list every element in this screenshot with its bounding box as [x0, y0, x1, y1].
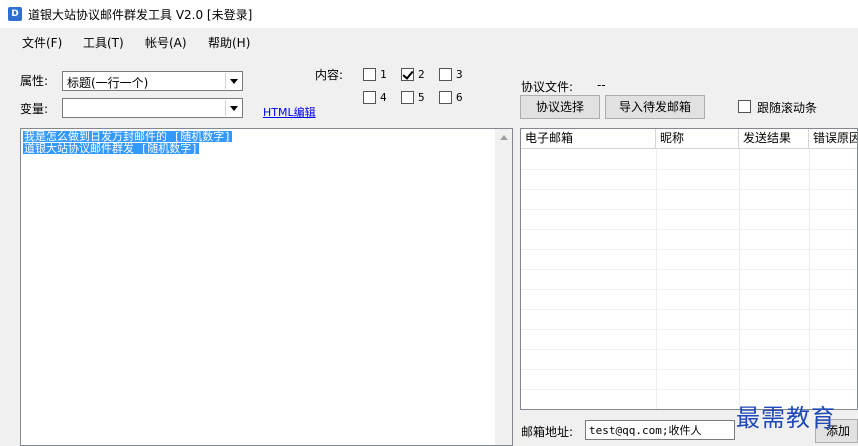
- column-header-nickname[interactable]: 昵称: [656, 129, 739, 148]
- watermark-text: 最需教育: [736, 404, 836, 432]
- attr-select-value: 标题(一行一个): [67, 76, 149, 90]
- menu-tools[interactable]: 工具(T): [83, 34, 124, 51]
- row-gridline: [521, 269, 857, 270]
- content-checkbox-3[interactable]: [439, 68, 452, 81]
- editor-line: 道银大站协议邮件群发 [随机数字]: [23, 142, 199, 155]
- content-checkbox-1-label: 1: [380, 68, 387, 81]
- chevron-down-icon[interactable]: [225, 100, 241, 116]
- content-checkbox-3-label: 3: [456, 68, 463, 81]
- protocol-select-button[interactable]: 协议选择: [520, 95, 600, 119]
- column-header-result[interactable]: 发送结果: [739, 129, 809, 148]
- menu-help[interactable]: 帮助(H): [208, 34, 250, 51]
- app-icon: D: [8, 7, 22, 21]
- attr-select[interactable]: 标题(一行一个): [62, 71, 243, 91]
- row-gridline: [521, 169, 857, 170]
- editor-line: 我是怎么做到日发万封邮件的 [随机数字]: [23, 130, 232, 143]
- menu-account[interactable]: 帐号(A): [145, 34, 187, 51]
- row-gridline: [521, 389, 857, 390]
- row-gridline: [521, 289, 857, 290]
- content-checkbox-5[interactable]: [401, 91, 414, 104]
- menu-bar: [0, 28, 858, 54]
- content-checkbox-6-label: 6: [456, 91, 463, 104]
- var-select[interactable]: [62, 98, 243, 118]
- mail-address-field[interactable]: [586, 421, 734, 439]
- table-header: 电子邮箱 昵称 发送结果 错误原因: [521, 129, 857, 149]
- follow-scroll-checkbox[interactable]: [738, 100, 751, 113]
- chevron-down-icon[interactable]: [225, 73, 241, 89]
- content-checkbox-2[interactable]: [401, 68, 414, 81]
- editor-scrollbar[interactable]: [495, 129, 512, 445]
- row-gridline: [521, 249, 857, 250]
- recipient-table[interactable]: 电子邮箱 昵称 发送结果 错误原因: [520, 128, 858, 410]
- row-gridline: [521, 209, 857, 210]
- row-gridline: [521, 189, 857, 190]
- scroll-up-icon[interactable]: [495, 129, 512, 146]
- row-gridline: [521, 229, 857, 230]
- import-mailboxes-button[interactable]: 导入待发邮箱: [605, 95, 705, 119]
- column-header-email[interactable]: 电子邮箱: [521, 129, 656, 148]
- mail-address-label: 邮箱地址:: [521, 425, 574, 439]
- follow-scroll-label: 跟随滚动条: [757, 101, 818, 115]
- content-checkbox-4-label: 4: [380, 91, 387, 104]
- column-header-error[interactable]: 错误原因: [809, 129, 857, 148]
- content-checkbox-1[interactable]: [363, 68, 376, 81]
- attr-label: 属性:: [20, 74, 49, 88]
- mail-address-input[interactable]: [585, 420, 735, 440]
- content-checkbox-4[interactable]: [363, 91, 376, 104]
- row-gridline: [521, 369, 857, 370]
- content-editor[interactable]: 我是怎么做到日发万封邮件的 [随机数字] 道银大站协议邮件群发 [随机数字]: [20, 128, 513, 446]
- content-checkbox-2-label: 2: [418, 68, 425, 81]
- html-edit-link[interactable]: HTML编辑: [263, 104, 316, 120]
- protocol-file-label: 协议文件:: [521, 80, 574, 94]
- protocol-file-value: --: [597, 78, 606, 92]
- menu-file[interactable]: 文件(F): [22, 34, 62, 51]
- content-checkbox-6[interactable]: [439, 91, 452, 104]
- row-gridline: [521, 329, 857, 330]
- content-label: 内容:: [315, 68, 344, 82]
- row-gridline: [521, 309, 857, 310]
- window-title: 道银大站协议邮件群发工具 V2.0 [未登录]: [28, 8, 253, 22]
- var-label: 变量:: [20, 102, 49, 116]
- row-gridline: [521, 349, 857, 350]
- content-checkbox-5-label: 5: [418, 91, 425, 104]
